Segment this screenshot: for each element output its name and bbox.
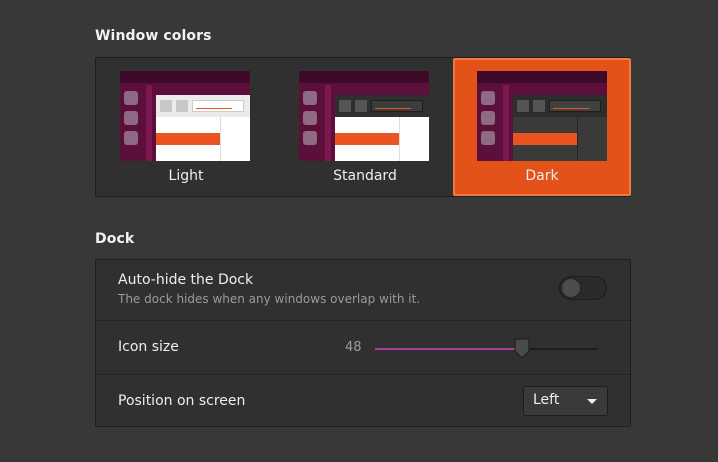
auto-hide-description: The dock hides when any windows overlap … — [118, 292, 421, 306]
auto-hide-label: Auto-hide the Dock — [118, 272, 254, 288]
position-dropdown-value: Left — [533, 392, 560, 408]
theme-label-light: Light — [168, 168, 204, 184]
theme-option-dark[interactable]: Dark — [453, 58, 631, 196]
dock-settings-panel: Auto-hide the Dock The dock hides when a… — [95, 259, 631, 427]
icon-size-value: 48 — [345, 340, 362, 355]
dock-heading: Dock — [95, 231, 135, 247]
slider-handle[interactable] — [513, 338, 531, 360]
position-row: Position on screen Left — [96, 374, 630, 426]
theme-label-standard: Standard — [333, 168, 397, 184]
position-label: Position on screen — [118, 393, 246, 409]
theme-preview-standard — [299, 71, 429, 161]
theme-preview-dark — [477, 71, 607, 161]
window-colors-heading: Window colors — [95, 28, 212, 44]
theme-option-standard[interactable]: Standard — [276, 58, 454, 196]
theme-preview-light — [120, 71, 250, 161]
icon-size-slider[interactable] — [375, 338, 598, 359]
theme-label-dark: Dark — [525, 168, 559, 184]
chevron-down-icon — [587, 399, 597, 404]
auto-hide-row: Auto-hide the Dock The dock hides when a… — [96, 260, 630, 320]
icon-size-label: Icon size — [118, 339, 179, 355]
theme-option-light[interactable]: Light — [96, 58, 276, 196]
slider-fill — [375, 348, 522, 350]
toggle-knob — [561, 278, 581, 298]
icon-size-row: Icon size 48 — [96, 320, 630, 374]
window-colors-selector: Light Standard Dark — [95, 57, 631, 197]
auto-hide-toggle[interactable] — [559, 276, 607, 300]
position-dropdown[interactable]: Left — [523, 386, 608, 416]
